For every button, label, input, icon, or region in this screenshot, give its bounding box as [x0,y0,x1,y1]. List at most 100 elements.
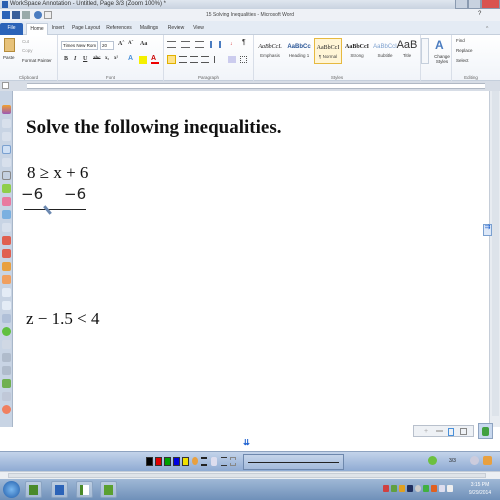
maximize-button[interactable] [468,0,481,9]
dash-style-icon[interactable] [230,457,236,466]
shape-icon[interactable] [2,236,11,245]
color-blue-swatch[interactable] [173,457,180,466]
color-pen-icon[interactable] [2,210,11,219]
edit-page-icon[interactable] [2,314,11,323]
taskbar-word-app[interactable] [51,481,68,498]
numbering-icon[interactable] [181,41,190,48]
tab-mailings[interactable]: Mailings [138,23,160,35]
tray-icon-3[interactable] [399,485,405,492]
bullets-icon[interactable] [167,41,176,48]
transparency-icon[interactable] [211,457,217,466]
highlighter-icon[interactable] [2,197,11,206]
style-heading-1[interactable]: AaBbCc Heading 1 [285,38,313,64]
previous-page-icon[interactable] [428,456,437,465]
hand-icon[interactable] [2,119,11,128]
shape-2-icon[interactable] [2,249,11,258]
font-color-icon[interactable]: A [151,55,159,64]
vertical-scrollbar[interactable] [489,91,500,427]
change-styles-icon[interactable]: A [435,38,444,52]
add-page-icon[interactable]: + [424,428,431,435]
tray-icon-5[interactable] [415,485,421,492]
back-icon[interactable] [2,327,11,336]
justify-button[interactable] [201,56,209,63]
document-page[interactable] [13,91,489,427]
style-normal[interactable]: AaBbCcI ¶ Normal [314,38,342,64]
align-center-button[interactable] [179,56,187,63]
tray-icon-2[interactable] [391,485,397,492]
font-name-select[interactable]: Times New Rom [61,41,98,50]
mouse-icon[interactable] [2,132,11,141]
tray-icon-4[interactable] [407,485,413,492]
change-case-button[interactable]: Aa [140,41,147,47]
minimize-button[interactable] [455,0,468,9]
tray-volume-icon[interactable] [447,485,453,492]
subscript-button[interactable]: x₂ [105,56,109,61]
tray-icon-1[interactable] [383,485,389,492]
exit-icon[interactable] [2,405,11,414]
eraser-icon[interactable] [2,223,11,232]
tab-review[interactable]: Review [166,23,186,35]
style-strong[interactable]: AaBbCcI Strong [343,38,371,64]
page-icon[interactable] [2,288,11,297]
taskbar-workspace-app[interactable] [100,481,117,498]
copy-button[interactable]: Copy [22,48,33,53]
select-icon[interactable] [2,145,11,154]
hscroll-thumb[interactable] [8,473,486,478]
tab-page-layout[interactable]: Page Layout [71,23,101,35]
style-subtitle[interactable]: AaBbCcI Subtitle [371,38,399,64]
bold-button[interactable]: B [64,56,68,62]
strikethrough-button[interactable]: abc [93,56,101,61]
color-picker-icon[interactable] [192,457,198,465]
capture-icon[interactable] [2,379,11,388]
tab-file[interactable]: File [0,23,23,35]
align-left-button[interactable] [167,55,176,64]
line-width-icon[interactable] [201,457,207,466]
color-green-swatch[interactable] [164,457,171,466]
style-emphasis[interactable]: AaBbCcL Emphasis [256,38,284,64]
color-red-swatch[interactable] [155,457,162,466]
new-page-icon[interactable] [483,456,492,465]
multilevel-list-icon[interactable] [195,41,204,48]
underline-button[interactable]: U [83,56,87,62]
collapse-ribbon-icon[interactable]: ^ [486,26,488,32]
change-styles-button[interactable]: Change Styles [432,54,452,64]
start-button[interactable] [3,481,20,498]
marker-icon[interactable] [2,184,11,193]
cut-button[interactable]: Cut [22,39,29,44]
color-yellow-swatch[interactable] [182,457,189,466]
format-painter-button[interactable]: Format Painter [22,58,52,63]
grow-font-button[interactable]: Aˆ [118,41,124,47]
taskbar-camtasia-recorder-app[interactable] [76,481,93,498]
taskbar-camtasia-app[interactable] [25,481,42,498]
horizontal-scrollbar[interactable] [0,471,500,479]
shrink-font-button[interactable]: Aˇ [128,41,133,46]
tab-insert[interactable]: Insert [49,23,67,35]
color-black-swatch[interactable] [146,457,153,466]
tab-home[interactable]: Home [26,23,48,35]
style-title[interactable]: AaB Title [396,38,418,64]
copy-page-icon[interactable] [460,428,467,435]
line-preview[interactable] [243,454,344,470]
recycle-icon[interactable] [478,423,493,439]
download-icon[interactable] [2,366,11,375]
line-spacing-icon[interactable] [214,56,222,63]
clock-time[interactable]: 3:15 PM [463,482,497,488]
tab-selector-icon[interactable] [2,82,9,89]
find-button[interactable]: Find [456,38,465,43]
help-icon[interactable]: ? [478,11,481,17]
ruler-bar[interactable] [27,83,485,89]
select-button[interactable]: Select [456,58,469,63]
pointer-icon[interactable] [2,158,11,167]
tray-network-icon[interactable] [439,485,445,492]
align-right-button[interactable] [190,56,198,63]
tab-references[interactable]: References [106,23,132,35]
line-style-icon[interactable] [221,457,227,466]
clear-icon[interactable] [2,275,11,284]
close-button[interactable] [481,0,500,9]
italic-button[interactable]: I [74,56,76,62]
decrease-indent-icon[interactable] [210,41,217,48]
replace-button[interactable]: Replace [456,48,473,53]
remove-page-icon[interactable] [436,430,443,432]
forward-icon[interactable] [2,340,11,349]
highlight-color-icon[interactable] [139,56,147,64]
